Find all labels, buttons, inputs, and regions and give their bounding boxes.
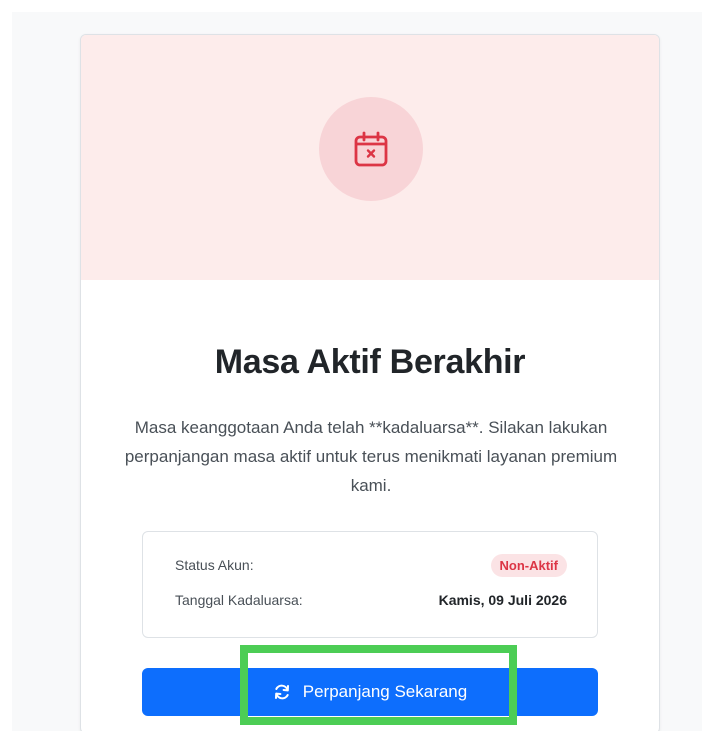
status-badge: Non-Aktif — [490, 553, 567, 577]
expiry-card: Masa Aktif Berakhir Masa keanggotaan And… — [80, 34, 660, 731]
icon-circle — [319, 97, 423, 201]
calendar-x-icon — [354, 131, 388, 167]
status-row: Status Akun: Non-Aktif — [175, 552, 567, 578]
renew-button-label: Perpanjang Sekarang — [302, 682, 468, 701]
expiry-label: Tanggal Kadaluarsa: — [175, 592, 303, 608]
account-info-box: Status Akun: Non-Aktif Tanggal Kadaluars… — [142, 531, 598, 638]
expiry-description: Masa keanggotaan Anda telah **kadaluarsa… — [124, 418, 618, 495]
expiry-date: Kamis, 09 Juli 2026 — [438, 592, 567, 608]
renew-now-button[interactable]: Perpanjang Sekarang — [142, 668, 598, 716]
status-label: Status Akun: — [175, 557, 254, 573]
refresh-icon — [274, 684, 289, 700]
page-title: Masa Aktif Berakhir — [214, 343, 526, 381]
card-header — [81, 35, 659, 280]
expiry-row: Tanggal Kadaluarsa: Kamis, 09 Juli 2026 — [175, 587, 567, 613]
